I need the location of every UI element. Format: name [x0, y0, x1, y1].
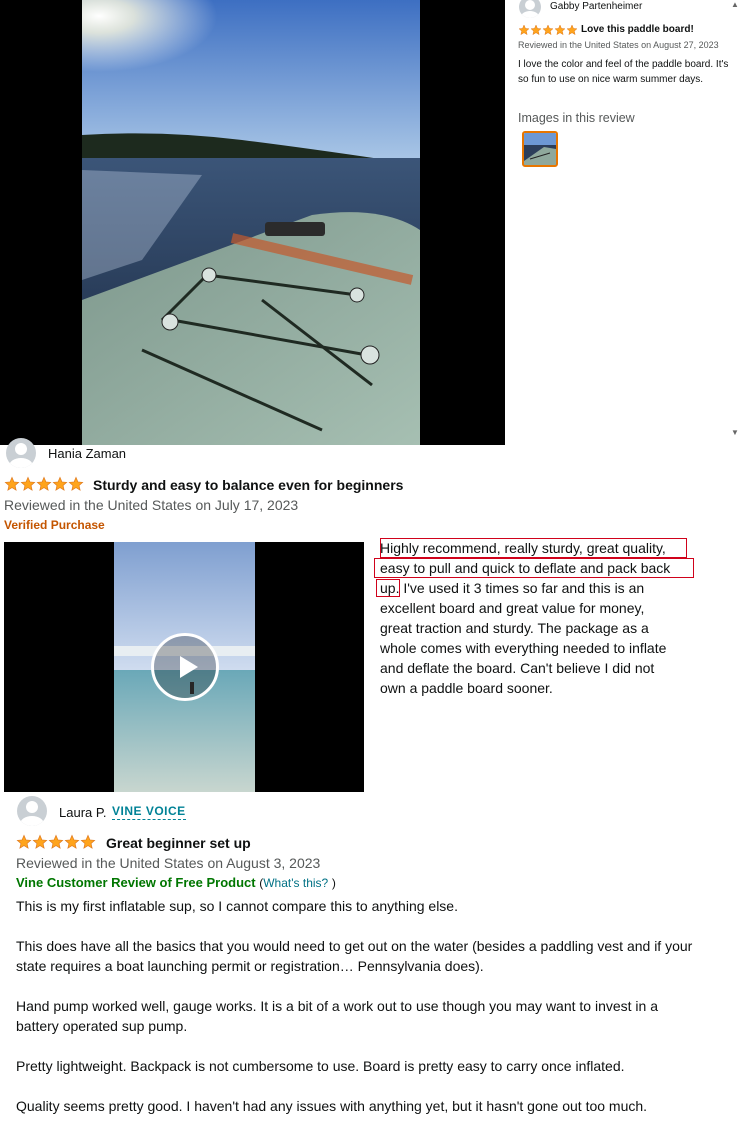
user-avatar-icon [519, 0, 541, 18]
review-paragraph: Pretty lightweight. Backpack is not cumb… [16, 1058, 625, 1074]
scroll-down-icon[interactable]: ▼ [731, 428, 739, 437]
review-body: I love the color and feel of the paddle … [518, 59, 729, 85]
image-lightbox [0, 0, 505, 445]
star-icon [518, 24, 530, 36]
review-date: Reviewed in the United States on August … [16, 855, 321, 871]
star-icon [80, 834, 96, 849]
star-icon [566, 24, 578, 36]
user-avatar-icon [6, 438, 36, 468]
star-rating[interactable] [16, 834, 96, 850]
review-body-line: excellent board and great value for mone… [380, 600, 645, 616]
review-paragraph: This is my first inflatable sup, so I ca… [16, 898, 458, 914]
review-title[interactable]: Sturdy and easy to balance even for begi… [93, 477, 403, 493]
verified-purchase-badge[interactable]: Verified Purchase [4, 518, 105, 532]
review-body-line: whole comes with everything needed to in… [380, 640, 667, 656]
star-rating[interactable] [518, 24, 578, 36]
star-icon [4, 476, 20, 491]
star-icon [32, 834, 48, 849]
vine-review-line: Vine Customer Review of Free Product (Wh… [16, 875, 336, 890]
review-side-panel: Gabby Partenheimer Love this paddle boar… [505, 0, 750, 445]
review-title[interactable]: Love this paddle board! [581, 24, 694, 35]
reviewer-name[interactable]: Hania Zaman [48, 446, 126, 461]
review-body: Highly recommend, really sturdy, great q… [380, 538, 700, 698]
star-icon [36, 476, 52, 491]
star-icon [68, 476, 84, 491]
user-avatar-icon [17, 796, 47, 826]
vine-voice-badge[interactable]: VINE VOICE [112, 804, 186, 820]
star-icon [48, 834, 64, 849]
review-image-thumbnail[interactable] [522, 131, 558, 167]
reviewer-name[interactable]: Gabby Partenheimer [550, 1, 642, 12]
review-title[interactable]: Great beginner set up [106, 835, 251, 851]
review-body-line: Highly recommend, really sturdy, great q… [380, 540, 666, 556]
star-icon [20, 476, 36, 491]
star-icon [554, 24, 566, 36]
review-body-line: great traction and sturdy. The package a… [380, 620, 649, 636]
review-paragraph: This does have all the basics that you w… [16, 938, 693, 974]
review-video[interactable] [4, 542, 364, 792]
review-photo-paddle-board[interactable] [82, 0, 420, 445]
star-icon [530, 24, 542, 36]
star-icon [16, 834, 32, 849]
review-paragraph: Hand pump worked well, gauge works. It i… [16, 998, 659, 1034]
review-body-line: up. I've used it 3 times so far and this… [380, 580, 645, 596]
star-icon [52, 476, 68, 491]
paren-close: ) [331, 876, 336, 890]
review-body-line: own a paddle board sooner. [380, 680, 553, 696]
thumbnail-image [524, 133, 556, 165]
star-icon [64, 834, 80, 849]
review-date: Reviewed in the United States on August … [518, 40, 719, 50]
reviewer-name[interactable]: Laura P. [59, 805, 106, 820]
review-body-line: and deflate the board. Can't believe I d… [380, 660, 655, 676]
star-rating[interactable] [4, 476, 84, 492]
star-icon [542, 24, 554, 36]
whats-this-link[interactable]: What's this? [263, 876, 328, 890]
vine-review-label: Vine Customer Review of Free Product [16, 875, 256, 890]
play-icon[interactable] [151, 633, 219, 701]
review-paragraph: Quality seems pretty good. I haven't had… [16, 1098, 648, 1114]
scroll-up-icon[interactable]: ▲ [731, 0, 739, 9]
review-body: This is my first inflatable sup, so I ca… [16, 896, 696, 1136]
review-body-line: easy to pull and quick to deflate and pa… [380, 560, 671, 576]
images-in-review-label: Images in this review [518, 111, 635, 125]
review-date: Reviewed in the United States on July 17… [4, 497, 299, 513]
